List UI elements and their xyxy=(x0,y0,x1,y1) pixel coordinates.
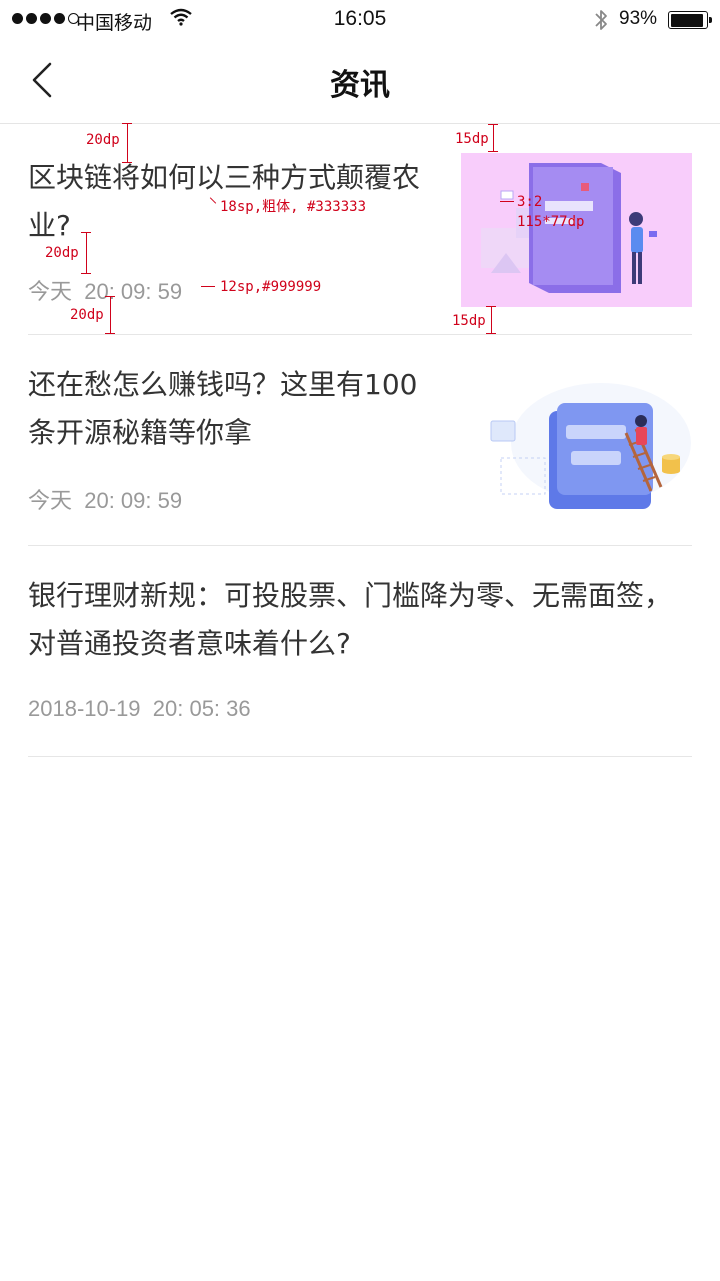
image-bottom-gap-label: 15dp xyxy=(452,313,486,329)
spacing-tick xyxy=(486,333,496,334)
spacing-line xyxy=(491,306,492,334)
image-ratio-label: 3:2 xyxy=(517,194,543,210)
spacing-line xyxy=(127,123,128,163)
spacing-tick xyxy=(488,151,498,152)
spacing-line xyxy=(110,296,111,334)
time-bottom-gap-label: 20dp xyxy=(70,307,104,323)
navigation-bar: 资讯 xyxy=(0,40,720,124)
book-illustration-icon xyxy=(461,153,692,307)
wallet-ladder-illustration-icon xyxy=(461,363,692,517)
news-title: 还在愁怎么赚钱吗？这里有100条开源秘籍等你拿 xyxy=(28,368,418,449)
spacing-tick xyxy=(81,232,91,233)
news-time: 今天 20: 09: 59 xyxy=(28,488,183,513)
bluetooth-icon xyxy=(595,10,607,30)
spacing-tick xyxy=(500,201,514,202)
spacing-tick xyxy=(122,162,132,163)
status-time: 16:05 xyxy=(333,7,387,30)
page-title: 资讯 xyxy=(330,68,390,103)
spacing-line xyxy=(493,124,494,152)
news-thumbnail xyxy=(461,363,692,517)
spacing-line xyxy=(86,232,87,274)
news-time: 2018-10-19 20: 05: 36 xyxy=(28,696,251,721)
image-top-gap-label: 15dp xyxy=(455,131,489,147)
status-bar: 中国移动 16:05 93% xyxy=(0,0,720,40)
spacing-tick xyxy=(486,306,496,307)
title-time-gap-label: 20dp xyxy=(45,245,79,261)
news-list-item[interactable]: 银行理财新规：可投股票、门槛降为零、无需面签，对普通投资者意味着什么? 2018… xyxy=(28,546,692,757)
time-spec-label: 12sp,#999999 xyxy=(220,279,322,295)
spacing-tick xyxy=(122,123,132,124)
image-size-label: 115*77dp xyxy=(517,214,585,230)
news-time: 今天 20: 09: 59 xyxy=(28,279,183,304)
news-list-item[interactable]: 还在愁怎么赚钱吗？这里有100条开源秘籍等你拿 今天 20: 09: 59 xyxy=(28,335,692,546)
spacing-tick xyxy=(201,286,215,287)
title-top-gap-label: 20dp xyxy=(86,132,120,148)
news-thumbnail xyxy=(461,153,692,307)
spacing-tick xyxy=(105,296,115,297)
spacing-tick xyxy=(81,273,91,274)
news-title: 银行理财新规：可投股票、门槛降为零、无需面签，对普通投资者意味着什么? xyxy=(28,579,673,660)
spacing-tick xyxy=(488,124,498,125)
battery-percent: 93% xyxy=(619,8,658,29)
spacing-tick xyxy=(105,333,115,334)
battery-icon xyxy=(668,11,712,29)
title-spec-label: 18sp,粗体, #333333 xyxy=(220,199,367,215)
